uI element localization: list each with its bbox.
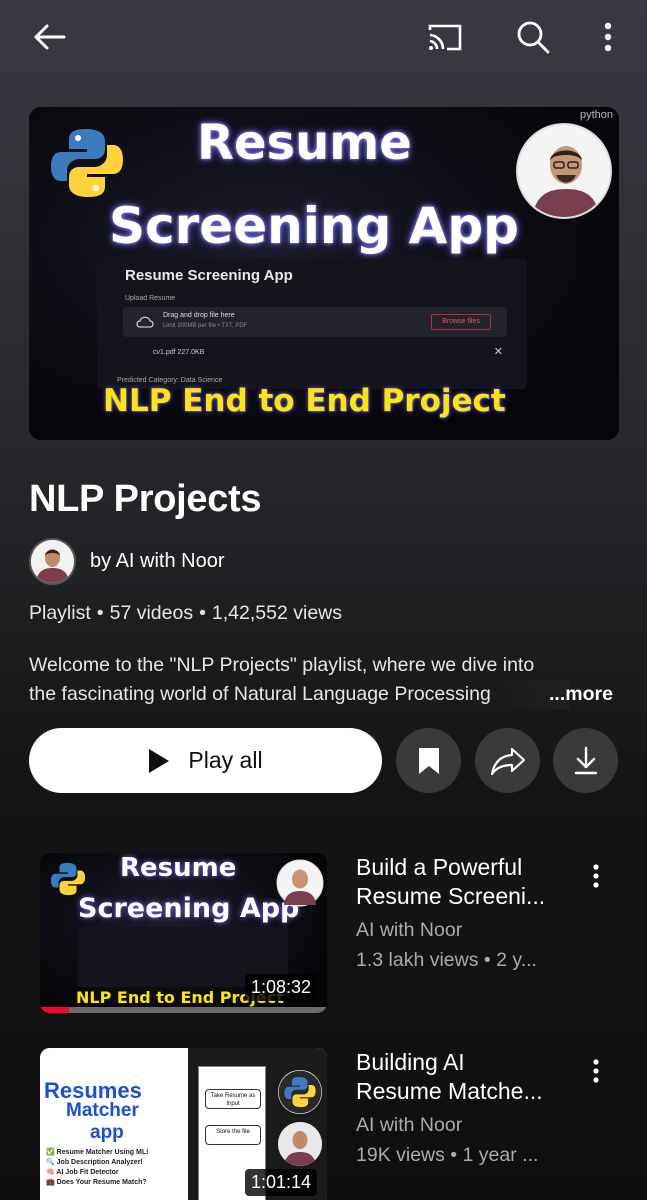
more-vertical-icon	[604, 22, 612, 52]
cast-button[interactable]	[420, 14, 470, 60]
owner-name[interactable]: by AI with Noor	[90, 550, 225, 573]
video-title-line1: Build a Powerful	[356, 854, 523, 880]
search-button[interactable]	[508, 14, 558, 60]
arrow-left-icon	[34, 24, 66, 50]
presenter-portrait	[276, 859, 324, 907]
playlist-meta: Playlist • 57 videos • 1,42,552 views	[29, 602, 342, 625]
thumbnail-title-line2: Screening App	[78, 893, 300, 924]
download-icon	[574, 746, 597, 774]
video-title[interactable]: Build a Powerful Resume Screeni...	[356, 853, 566, 911]
share-icon	[490, 747, 525, 775]
watch-progress-bar	[40, 1007, 327, 1013]
app-drop-zone: Drag and drop file here Limit 200MB per …	[123, 307, 507, 337]
video-thumbnail[interactable]: Resumes Matcher app ✅ Resume Matcher Usi…	[40, 1048, 327, 1200]
bullet-item: 🧠 AI Job Fit Detector	[46, 1169, 119, 1176]
search-icon	[517, 21, 550, 54]
video-more-button[interactable]	[586, 861, 606, 891]
video-title-line1: Building AI	[356, 1049, 465, 1075]
app-drop-limit: Limit 200MB per file • TXT, PDF	[163, 323, 248, 329]
save-playlist-button[interactable]	[396, 728, 461, 793]
playlist-owner[interactable]: by AI with Noor	[29, 537, 225, 585]
app-file-name: cv1.pdf 227.0KB	[153, 349, 205, 356]
more-options-button[interactable]	[588, 14, 628, 60]
description-line2-wrap: the fascinating world of Natural Languag…	[29, 680, 621, 709]
thumbnail-title-line1: Resume	[197, 115, 412, 171]
video-channel: AI with Noor	[356, 919, 463, 941]
list-item[interactable]: Resumes Matcher app ✅ Resume Matcher Usi…	[40, 1048, 630, 1200]
video-title-line2: Resume Screeni...	[356, 883, 546, 909]
flow-box: Take Resume as Input	[205, 1089, 261, 1109]
flow-box: Store the file	[205, 1125, 261, 1145]
video-more-button[interactable]	[586, 1056, 606, 1086]
more-link[interactable]: ...more	[549, 680, 613, 709]
description-line1: Welcome to the "NLP Projects" playlist, …	[29, 654, 535, 676]
close-icon: ✕	[493, 346, 503, 358]
bullet-item: 💼 Does Your Resume Match?	[46, 1179, 147, 1186]
video-duration: 1:01:14	[244, 1169, 317, 1196]
app-browse-button: Browse files	[431, 314, 491, 330]
more-vertical-icon	[593, 1059, 599, 1083]
app-screenshot-panel: Resume Screening App Upload Resume Drag …	[97, 259, 527, 389]
video-title-line2: Resume Matche...	[356, 1078, 543, 1104]
playlist-title: NLP Projects	[29, 478, 262, 520]
presenter-portrait	[278, 1122, 322, 1166]
bullet-item: ✅ Resume Matcher Using ML!	[46, 1149, 149, 1156]
separator-dot: •	[96, 602, 104, 624]
thumbnail-banner: NLP End to End Project	[103, 383, 506, 419]
thumbnail-title-line2: Screening App	[109, 197, 519, 255]
video-title[interactable]: Building AI Resume Matche...	[356, 1048, 566, 1106]
top-bar	[0, 0, 647, 80]
cloud-upload-icon	[136, 316, 154, 328]
cast-icon	[428, 24, 462, 51]
video-channel: AI with Noor	[356, 1114, 463, 1136]
python-logo-icon	[51, 129, 123, 197]
playlist-thumbnail[interactable]: Resume Screening App python Resume Scree…	[29, 107, 619, 440]
video-stats: 19K views • 1 year ...	[356, 1144, 539, 1166]
playlist-description[interactable]: Welcome to the "NLP Projects" playlist, …	[29, 651, 621, 709]
back-button[interactable]	[24, 14, 74, 60]
list-item[interactable]: Resume Screening App NLP End to End Proj…	[40, 853, 630, 1018]
play-all-button[interactable]: Play all	[29, 728, 382, 793]
app-panel-title: Resume Screening App	[125, 267, 293, 284]
presenter-portrait	[516, 123, 612, 219]
more-vertical-icon	[593, 864, 599, 888]
video-stats: 1.3 lakh views • 2 y...	[356, 949, 537, 971]
app-drop-text: Drag and drop file here	[163, 312, 235, 319]
thumbnail-bullets: ✅ Resume Matcher Using ML! 🔍 Job Descrip…	[46, 1148, 148, 1188]
play-icon	[149, 748, 170, 773]
view-count: 1,42,552 views	[211, 602, 343, 624]
video-thumbnail[interactable]: Resume Screening App NLP End to End Proj…	[40, 853, 327, 1013]
description-line2: the fascinating world of Natural Languag…	[29, 683, 491, 705]
separator-dot: •	[199, 602, 206, 624]
share-button[interactable]	[475, 728, 540, 793]
thumbnail-title-line2: Matcher	[66, 1100, 139, 1121]
download-button[interactable]	[553, 728, 618, 793]
python-logo-icon	[50, 862, 86, 896]
thumbnail-left-panel: Resumes Matcher app ✅ Resume Matcher Usi…	[40, 1048, 188, 1200]
python-badge: python	[579, 109, 613, 121]
thumbnail-title-line3: app	[90, 1122, 124, 1143]
play-all-label: Play all	[188, 747, 263, 773]
playlist-type: Playlist	[29, 602, 91, 624]
watch-progress-fill	[40, 1007, 69, 1013]
app-upload-label: Upload Resume	[125, 295, 176, 302]
video-count: 57 videos	[109, 602, 194, 624]
bullet-item: 🔍 Job Description Analyzer!	[46, 1159, 143, 1166]
thumbnail-title-line1: Resume	[120, 853, 237, 883]
python-logo-icon	[278, 1070, 322, 1114]
avatar[interactable]	[29, 537, 76, 585]
bookmark-icon	[418, 747, 439, 774]
video-duration: 1:08:32	[244, 974, 317, 1001]
